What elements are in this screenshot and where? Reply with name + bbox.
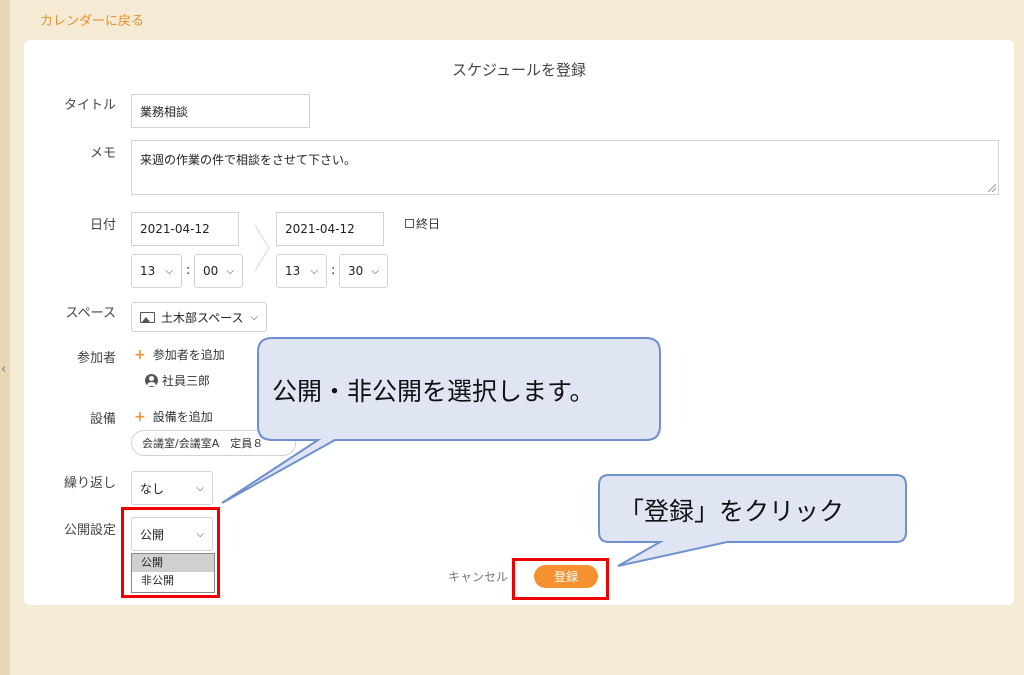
callout-visibility-text: 公開・非公開を選択します。: [272, 377, 595, 406]
visibility-highlight-box: [121, 507, 220, 598]
callout-submit-text: 「登録」をクリック: [619, 497, 845, 526]
submit-highlight-box: [512, 558, 609, 600]
callout-visibility-bubble: [221, 337, 661, 504]
